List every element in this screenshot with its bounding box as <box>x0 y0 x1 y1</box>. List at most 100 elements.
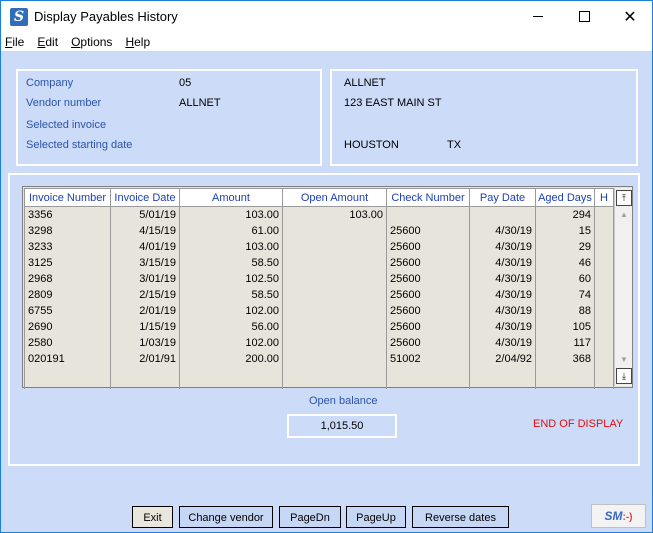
maximize-button[interactable] <box>561 1 607 32</box>
exit-button[interactable]: Exit <box>132 506 173 528</box>
menu-file[interactable]: File <box>5 35 24 49</box>
scroll-down-icon[interactable]: ▼ <box>615 354 633 366</box>
menu-edit-label: dit <box>45 34 59 49</box>
end-of-display-status: END OF DISPLAY <box>533 418 624 430</box>
minimize-button[interactable] <box>515 1 561 32</box>
col-pay-date[interactable]: Pay Date <box>469 188 536 207</box>
table-row[interactable]: 2968 3/01/19 102.50 25600 4/30/19 60 <box>24 270 614 287</box>
close-button[interactable]: ✕ <box>607 1 652 32</box>
col-aged-days[interactable]: Aged Days <box>535 188 595 207</box>
vertical-scrollbar[interactable]: ⤒ ▲ ▼ ⤓ <box>614 188 632 386</box>
cell-invoice-number: 3233 <box>24 238 111 255</box>
page-down-button[interactable]: PageDn <box>279 506 341 528</box>
scroll-bottom-button[interactable]: ⤓ <box>616 368 632 384</box>
cell-invoice-date: 4/15/19 <box>110 222 180 239</box>
cell-amount: 102.00 <box>179 334 283 351</box>
filler-cell <box>24 366 111 389</box>
scroll-up-icon[interactable]: ▲ <box>615 209 633 221</box>
table-row[interactable]: 3233 4/01/19 103.00 25600 4/30/19 29 <box>24 238 614 255</box>
reverse-dates-button[interactable]: Reverse dates <box>412 506 509 528</box>
company-value: 05 <box>179 77 192 89</box>
cell-aged-days: 368 <box>535 350 595 367</box>
table-row[interactable]: 2690 1/15/19 56.00 25600 4/30/19 105 <box>24 318 614 335</box>
col-check-number[interactable]: Check Number <box>386 188 470 207</box>
vendor-name: ALLNET <box>344 77 386 89</box>
open-balance-value: 1,015.50 <box>287 414 397 438</box>
maximize-icon <box>578 11 590 22</box>
cell-aged-days: 294 <box>535 206 595 223</box>
menu-options-accel: O <box>71 34 81 49</box>
scroll-to-top-icon: ⤒ <box>622 193 626 203</box>
cell-open-amount <box>282 318 387 335</box>
cell-open-amount <box>282 302 387 319</box>
cell-invoice-number: 020191 <box>24 350 111 367</box>
table-row[interactable]: 2809 2/15/19 58.50 25600 4/30/19 74 <box>24 286 614 303</box>
cell-check-number: 25600 <box>386 270 470 287</box>
cell-pay-date: 4/30/19 <box>469 222 536 239</box>
table-row[interactable]: 3356 5/01/19 103.00 103.00 294 <box>24 206 614 223</box>
app-icon: S <box>10 7 28 26</box>
cell-aged-days: 105 <box>535 318 595 335</box>
cell-pay-date: 4/30/19 <box>469 318 536 335</box>
cell-invoice-date: 3/15/19 <box>110 254 180 271</box>
table-row[interactable]: 020191 2/01/91 200.00 51002 2/04/92 368 <box>24 350 614 367</box>
cell-aged-days: 29 <box>535 238 595 255</box>
filler-cell <box>535 366 595 389</box>
menu-help-accel: H <box>125 34 135 49</box>
menu-help-label: elp <box>134 34 151 49</box>
cell-open-amount <box>282 270 387 287</box>
vendor-state: TX <box>447 139 462 151</box>
cell-invoice-date: 2/01/91 <box>110 350 180 367</box>
table-filler-row <box>24 366 614 389</box>
cell-check-number: 25600 <box>386 254 470 271</box>
cell-check-number: 25600 <box>386 238 470 255</box>
cell-h <box>594 254 614 271</box>
table-row[interactable]: 3125 3/15/19 58.50 25600 4/30/19 46 <box>24 254 614 271</box>
vendor-city: HOUSTON <box>344 139 399 151</box>
change-vendor-button[interactable]: Change vendor <box>179 506 273 528</box>
cell-invoice-number: 6755 <box>24 302 111 319</box>
cell-invoice-number: 3356 <box>24 206 111 223</box>
filler-cell <box>594 366 614 389</box>
cell-open-amount <box>282 286 387 303</box>
cell-h <box>594 302 614 319</box>
col-invoice-date[interactable]: Invoice Date <box>110 188 180 207</box>
table-row[interactable]: 2580 1/03/19 102.00 25600 4/30/19 117 <box>24 334 614 351</box>
window-title: Display Payables History <box>34 9 178 24</box>
table-row[interactable]: 3298 4/15/19 61.00 25600 4/30/19 15 <box>24 222 614 239</box>
cell-invoice-date: 4/01/19 <box>110 238 180 255</box>
cell-amount: 200.00 <box>179 350 283 367</box>
vendor-number-label: Vendor number <box>26 97 102 109</box>
cell-h <box>594 318 614 335</box>
sm-logo[interactable]: SM:-) <box>591 504 646 528</box>
scroll-top-button[interactable]: ⤒ <box>616 190 632 206</box>
cell-open-amount <box>282 238 387 255</box>
cell-pay-date: 4/30/19 <box>469 334 536 351</box>
cell-h <box>594 334 614 351</box>
page-up-button[interactable]: PageUp <box>346 506 406 528</box>
cell-h <box>594 286 614 303</box>
selected-start-date-label: Selected starting date <box>26 139 133 151</box>
menu-help[interactable]: Help <box>125 35 150 49</box>
col-amount[interactable]: Amount <box>179 188 283 207</box>
col-invoice-number[interactable]: Invoice Number <box>24 188 111 207</box>
cell-invoice-number: 2809 <box>24 286 111 303</box>
cell-amount: 56.00 <box>179 318 283 335</box>
menu-edit[interactable]: Edit <box>37 35 58 49</box>
col-open-amount[interactable]: Open Amount <box>282 188 387 207</box>
cell-open-amount: 103.00 <box>282 206 387 223</box>
col-h[interactable]: H <box>594 188 614 207</box>
title-bar[interactable]: S Display Payables History ✕ <box>1 1 652 32</box>
cell-pay-date: 4/30/19 <box>469 254 536 271</box>
filler-cell <box>110 366 180 389</box>
cell-h <box>594 222 614 239</box>
company-label: Company <box>26 77 74 89</box>
cell-invoice-date: 1/03/19 <box>110 334 180 351</box>
cell-amount: 58.50 <box>179 286 283 303</box>
vendor-street: 123 EAST MAIN ST <box>344 97 442 109</box>
cell-invoice-date: 1/15/19 <box>110 318 180 335</box>
sm-logo-smile: :-) <box>622 512 633 523</box>
menu-options[interactable]: Options <box>71 35 112 49</box>
table-row[interactable]: 6755 2/01/19 102.00 25600 4/30/19 88 <box>24 302 614 319</box>
cell-open-amount <box>282 334 387 351</box>
